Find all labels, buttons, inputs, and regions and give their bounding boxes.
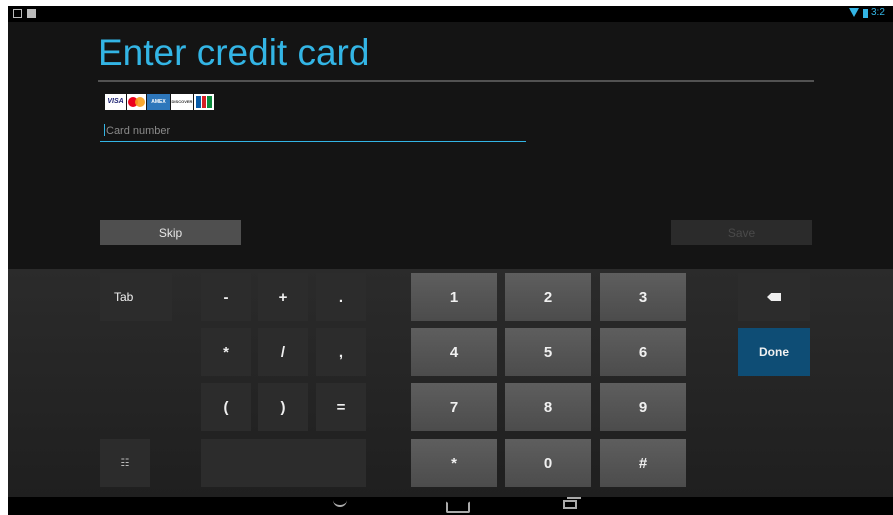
- gallery-icon: [13, 9, 22, 18]
- minus-key[interactable]: -: [201, 273, 251, 321]
- save-button[interactable]: Save: [671, 220, 812, 245]
- keyboard-settings-key[interactable]: ☷: [100, 439, 150, 487]
- space-key[interactable]: [201, 439, 366, 487]
- backspace-icon: [767, 293, 781, 301]
- home-icon: [446, 501, 470, 513]
- screenshot-icon: [27, 9, 36, 18]
- digit-6-key[interactable]: 6: [600, 328, 686, 376]
- done-key[interactable]: Done: [738, 328, 810, 376]
- numeric-keyboard: Tab - + . 1 2 3 * / , 4 5 6 Done ( ) = 7…: [8, 269, 893, 497]
- status-clock: 3:2: [871, 7, 885, 18]
- recent-apps-button[interactable]: [551, 497, 591, 515]
- skip-button[interactable]: Skip: [100, 220, 241, 245]
- equals-key[interactable]: =: [316, 383, 366, 431]
- star-key[interactable]: *: [411, 439, 497, 487]
- back-chevron-icon: [333, 499, 347, 507]
- title-divider: [98, 80, 814, 82]
- plus-key[interactable]: +: [258, 273, 308, 321]
- comma-key[interactable]: ,: [316, 328, 366, 376]
- home-button[interactable]: [437, 497, 477, 515]
- mastercard-logo: [127, 94, 146, 110]
- close-paren-key[interactable]: ): [258, 383, 308, 431]
- digit-7-key[interactable]: 7: [411, 383, 497, 431]
- back-button[interactable]: [322, 497, 362, 515]
- digit-9-key[interactable]: 9: [600, 383, 686, 431]
- status-bar: 3:2: [8, 6, 893, 22]
- asterisk-key[interactable]: *: [201, 328, 251, 376]
- page-title: Enter credit card: [98, 32, 370, 73]
- battery-icon: [863, 9, 868, 18]
- pound-key[interactable]: #: [600, 439, 686, 487]
- recent-apps-icon: [563, 500, 577, 509]
- digit-5-key[interactable]: 5: [505, 328, 591, 376]
- recent-apps-icon-top: [567, 497, 581, 499]
- device-screen: 3:2 Enter credit card VISA AMEX DISCOVER…: [8, 6, 893, 515]
- navigation-bar: [8, 497, 893, 515]
- digit-0-key[interactable]: 0: [505, 439, 591, 487]
- amex-logo: AMEX: [147, 94, 170, 110]
- delete-key[interactable]: [738, 273, 810, 321]
- digit-8-key[interactable]: 8: [505, 383, 591, 431]
- jcb-logo: [194, 94, 214, 110]
- wifi-icon: [849, 8, 859, 17]
- open-paren-key[interactable]: (: [201, 383, 251, 431]
- digit-4-key[interactable]: 4: [411, 328, 497, 376]
- discover-logo: DISCOVER: [171, 94, 193, 110]
- period-key[interactable]: .: [316, 273, 366, 321]
- visa-logo: VISA: [105, 94, 126, 110]
- card-number-input[interactable]: [100, 120, 526, 142]
- card-brand-logos: VISA AMEX DISCOVER: [105, 94, 214, 110]
- text-cursor: [104, 124, 105, 136]
- digit-1-key[interactable]: 1: [411, 273, 497, 321]
- tab-key[interactable]: Tab: [100, 273, 172, 321]
- slash-key[interactable]: /: [258, 328, 308, 376]
- keyboard-settings-icon: ☷: [120, 457, 130, 469]
- digit-2-key[interactable]: 2: [505, 273, 591, 321]
- digit-3-key[interactable]: 3: [600, 273, 686, 321]
